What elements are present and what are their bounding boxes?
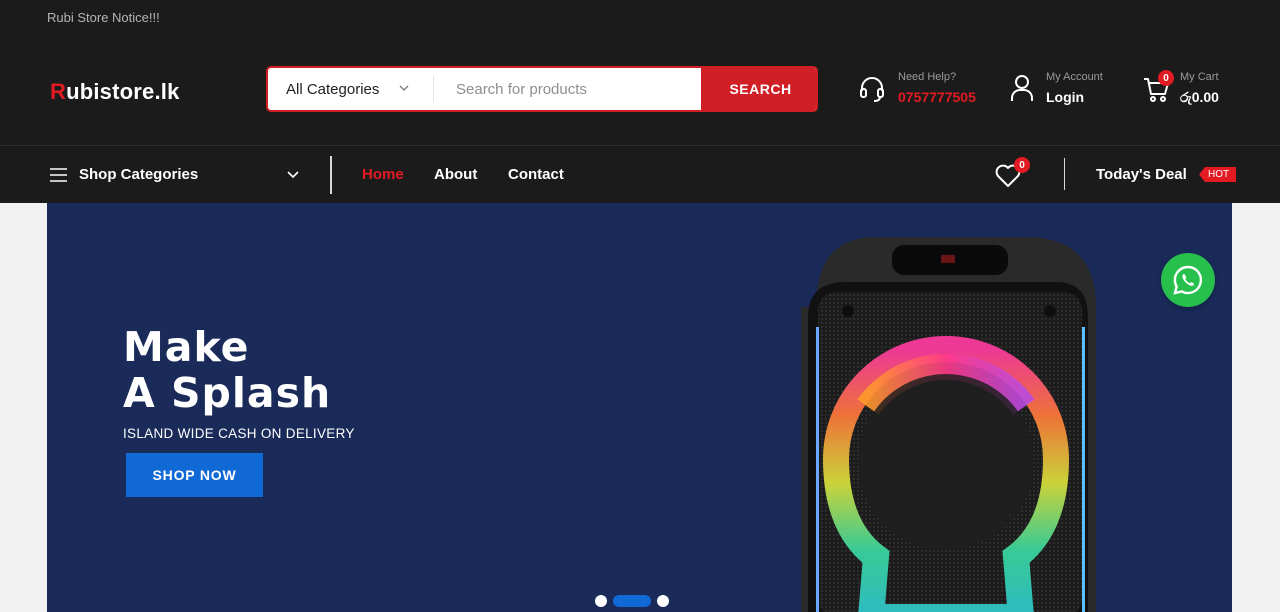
nav-link-about[interactable]: About [434, 166, 477, 183]
hero-subtitle: ISLAND WIDE CASH ON DELIVERY [123, 426, 355, 441]
top-notice-bar: Rubi Store Notice!!! [0, 0, 1280, 37]
search-input[interactable] [438, 68, 700, 110]
slider-dot[interactable] [595, 595, 607, 607]
shop-categories-toggle[interactable]: Shop Categories [50, 166, 198, 183]
slider-dot[interactable] [657, 595, 669, 607]
search-divider [433, 76, 434, 102]
store-notice: Rubi Store Notice!!! [47, 10, 160, 25]
hero-title-line2: A Splash [123, 369, 332, 417]
search-bar: All Categories SEARCH [266, 66, 818, 112]
main-nav: Shop Categories Home About Contact 0 Tod… [0, 145, 1280, 203]
site-logo[interactable]: Rubistore.lk [50, 79, 180, 105]
help-phone[interactable]: 0757777505 [898, 89, 976, 105]
nav-divider [330, 156, 332, 194]
cart-count-badge: 0 [1158, 70, 1174, 86]
hot-badge: HOT [1199, 167, 1237, 182]
cart-label: My Cart [1180, 71, 1219, 83]
todays-deal-link[interactable]: Today's Deal [1096, 166, 1187, 183]
category-select[interactable]: All Categories [268, 68, 433, 110]
shop-now-button[interactable]: SHOP NOW [126, 453, 263, 497]
nav-link-contact[interactable]: Contact [508, 166, 564, 183]
logo-text: ubistore.lk [66, 79, 180, 104]
logo-initial: R [50, 79, 67, 104]
slider-dot-active[interactable] [613, 595, 651, 607]
account-label: My Account [1046, 71, 1103, 83]
chevron-down-icon [287, 171, 299, 179]
whatsapp-chat-button[interactable] [1161, 253, 1215, 307]
speaker-product-image [801, 237, 1096, 612]
whatsapp-icon [1173, 265, 1203, 295]
main-header: Rubistore.lk All Categories SEARCH Need … [0, 37, 1280, 145]
chevron-down-icon [399, 85, 409, 91]
category-select-value: All Categories [286, 80, 380, 98]
wishlist-count-badge: 0 [1014, 157, 1030, 173]
menu-icon [50, 167, 67, 182]
nav-divider [1064, 158, 1065, 190]
search-button[interactable]: SEARCH [701, 68, 816, 110]
nav-link-home[interactable]: Home [362, 166, 404, 183]
user-icon [1011, 75, 1033, 101]
hero-slider: Make A Splash ISLAND WIDE CASH ON DELIVE… [47, 203, 1232, 612]
login-link[interactable]: Login [1046, 89, 1084, 105]
wishlist-button[interactable]: 0 [995, 157, 1030, 193]
cart-total: රු0.00 [1180, 89, 1219, 105]
hero-title-line1: Make [123, 323, 250, 371]
shop-categories-label: Shop Categories [79, 166, 199, 183]
headset-icon [860, 77, 884, 102]
slider-dots [595, 595, 669, 607]
help-label: Need Help? [898, 71, 957, 83]
